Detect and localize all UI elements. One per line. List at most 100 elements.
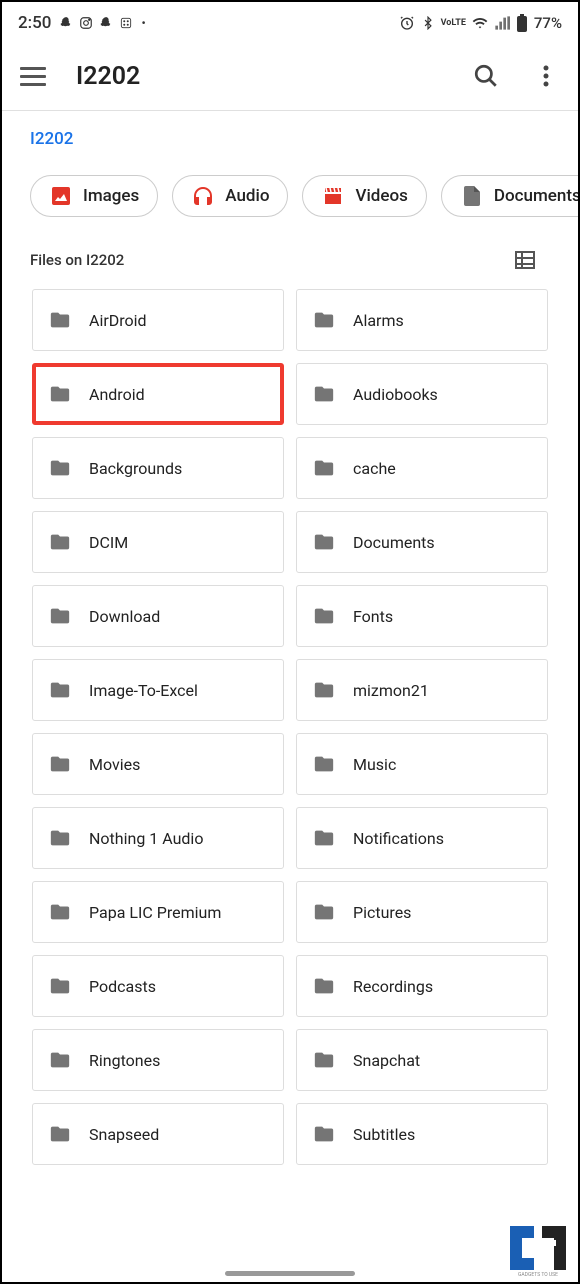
folder-item[interactable]: Backgrounds xyxy=(32,437,284,499)
folder-icon xyxy=(311,605,337,627)
folder-icon xyxy=(47,827,73,849)
folder-name: Documents xyxy=(353,533,435,552)
folder-name: Movies xyxy=(89,755,140,774)
folder-item[interactable]: Snapchat xyxy=(296,1029,548,1091)
chip-audio[interactable]: Audio xyxy=(172,175,288,217)
folder-name: Notifications xyxy=(353,829,444,848)
folder-name: Music xyxy=(353,755,396,774)
search-button[interactable] xyxy=(472,62,500,90)
folder-item[interactable]: Papa LIC Premium xyxy=(32,881,284,943)
signal-icon xyxy=(494,15,510,31)
folder-icon xyxy=(47,531,73,553)
folder-item[interactable]: Audiobooks xyxy=(296,363,548,425)
folder-name: Image-To-Excel xyxy=(89,681,198,700)
image-icon xyxy=(49,184,73,208)
instagram-icon xyxy=(79,16,93,30)
folder-item[interactable]: Alarms xyxy=(296,289,548,351)
folder-name: Recordings xyxy=(353,977,433,996)
folder-name: Snapchat xyxy=(353,1051,420,1070)
folder-name: Audiobooks xyxy=(353,385,438,404)
folder-icon xyxy=(47,309,73,331)
folder-name: Fonts xyxy=(353,607,393,626)
folder-item[interactable]: Snapseed xyxy=(32,1103,284,1165)
grid-icon xyxy=(119,16,133,30)
folder-name: AirDroid xyxy=(89,311,147,330)
video-icon xyxy=(321,184,345,208)
battery-percent: 77% xyxy=(534,14,562,32)
folder-item[interactable]: Music xyxy=(296,733,548,795)
search-icon xyxy=(473,63,499,89)
status-notification-icons: • xyxy=(59,16,145,30)
volte-icon: VoLTE xyxy=(441,18,466,28)
folder-name: Snapseed xyxy=(89,1125,159,1144)
menu-button[interactable] xyxy=(20,62,48,90)
folder-item[interactable]: AirDroid xyxy=(32,289,284,351)
wifi-icon xyxy=(472,15,488,31)
folder-name: Android xyxy=(89,385,145,404)
folder-item[interactable]: Nothing 1 Audio xyxy=(32,807,284,869)
folder-icon xyxy=(47,383,73,405)
folder-item[interactable]: Notifications xyxy=(296,807,548,869)
folder-icon xyxy=(47,679,73,701)
folder-item[interactable]: Download xyxy=(32,585,284,647)
snapchat-icon xyxy=(59,16,73,30)
chip-label: Images xyxy=(83,186,139,206)
folder-item[interactable]: DCIM xyxy=(32,511,284,573)
svg-text:GADGETS TO USE: GADGETS TO USE xyxy=(518,1272,558,1278)
folder-icon xyxy=(311,309,337,331)
folder-icon xyxy=(311,975,337,997)
navigation-bar-handle[interactable] xyxy=(225,1271,355,1276)
folder-item[interactable]: Image-To-Excel xyxy=(32,659,284,721)
folder-name: Pictures xyxy=(353,903,411,922)
page-title: I2202 xyxy=(76,62,444,91)
folder-name: Subtitles xyxy=(353,1125,415,1144)
chip-label: Videos xyxy=(355,186,407,206)
snapchat2-icon xyxy=(99,16,113,30)
folder-icon xyxy=(311,827,337,849)
folder-name: Alarms xyxy=(353,311,404,330)
folder-icon xyxy=(47,1123,73,1145)
status-bar: 2:50 • VoLTE 77% xyxy=(2,2,578,42)
folder-item[interactable]: cache xyxy=(296,437,548,499)
folder-icon xyxy=(311,383,337,405)
folder-name: Ringtones xyxy=(89,1051,160,1070)
folder-item[interactable]: Ringtones xyxy=(32,1029,284,1091)
view-toggle-button[interactable] xyxy=(512,247,538,273)
folder-icon xyxy=(311,531,337,553)
folder-item[interactable]: Podcasts xyxy=(32,955,284,1017)
folder-name: DCIM xyxy=(89,533,128,552)
folder-item[interactable]: Subtitles xyxy=(296,1103,548,1165)
battery-icon xyxy=(516,14,528,32)
folder-item[interactable]: Movies xyxy=(32,733,284,795)
filter-chips-row: Images Audio Videos Documents xyxy=(2,159,578,237)
folder-name: Podcasts xyxy=(89,977,156,996)
folder-name: cache xyxy=(353,459,396,478)
folder-item[interactable]: Android xyxy=(32,363,284,425)
folder-icon xyxy=(311,753,337,775)
section-title: Files on I2202 xyxy=(30,251,124,269)
chip-videos[interactable]: Videos xyxy=(302,175,426,217)
list-view-icon xyxy=(513,248,537,272)
status-time: 2:50 xyxy=(18,13,51,33)
folder-item[interactable]: mizmon21 xyxy=(296,659,548,721)
alarm-icon xyxy=(399,15,415,31)
chip-documents[interactable]: Documents xyxy=(441,175,578,217)
folder-item[interactable]: Recordings xyxy=(296,955,548,1017)
document-icon xyxy=(460,184,484,208)
breadcrumb[interactable]: I2202 xyxy=(2,111,578,159)
folder-name: Backgrounds xyxy=(89,459,182,478)
folder-icon xyxy=(311,901,337,923)
folder-item[interactable]: Fonts xyxy=(296,585,548,647)
folder-icon xyxy=(47,457,73,479)
chip-images[interactable]: Images xyxy=(30,175,158,217)
folder-name: Papa LIC Premium xyxy=(89,903,221,922)
folder-icon xyxy=(47,901,73,923)
folder-name: Download xyxy=(89,607,160,626)
more-button[interactable] xyxy=(532,62,560,90)
app-bar: I2202 xyxy=(2,42,578,110)
folder-icon xyxy=(311,457,337,479)
folder-icon xyxy=(47,605,73,627)
folder-item[interactable]: Documents xyxy=(296,511,548,573)
section-header: Files on I2202 xyxy=(2,237,578,289)
folder-item[interactable]: Pictures xyxy=(296,881,548,943)
